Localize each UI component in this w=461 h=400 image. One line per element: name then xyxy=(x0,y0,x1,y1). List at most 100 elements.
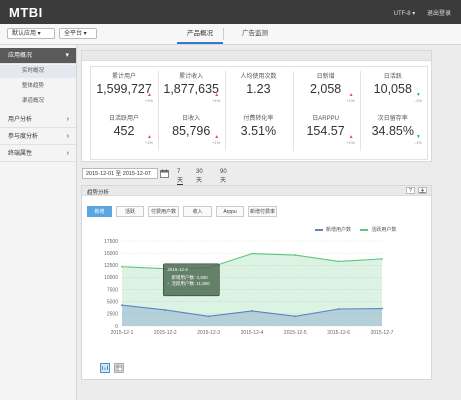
data-point xyxy=(381,258,383,260)
kpi-grid: 累计用户 1,599,727 ▲ +1% 日活跃用户 452 ▲ +1% 累计收入 1,877,6… xyxy=(90,66,428,160)
data-point xyxy=(294,315,297,318)
sidebar-item-user-analysis[interactable]: 用户分析 › xyxy=(0,112,76,128)
sidebar-item-label: 终端属性 xyxy=(8,151,33,157)
y-tick-label: 10000 xyxy=(104,275,118,281)
sidebar-item-app-overview[interactable]: 应用概况 ▾ xyxy=(0,48,76,64)
range-90days[interactable]: 90天 xyxy=(220,169,227,184)
data-point xyxy=(381,307,383,310)
logout-link[interactable]: 退出登录 xyxy=(427,11,451,17)
x-tick-label: 2015-12-3 xyxy=(197,330,220,336)
x-tick-label: 2015-12-5 xyxy=(284,330,307,336)
data-point xyxy=(164,309,167,311)
y-tick-label: 7500 xyxy=(107,287,118,293)
sidebar-item-label: 应用概况 xyxy=(8,53,33,59)
kpi-panel: 累计用户 1,599,727 ▲ +1% 日活跃用户 452 ▲ +1% 累计收入 1,877,6… xyxy=(81,50,432,162)
tab-divider xyxy=(223,28,224,40)
kpi-change: +1% xyxy=(346,98,355,103)
chart-panel-header: 趋势分析 ? xyxy=(82,186,431,196)
chevron-right-icon: › xyxy=(66,133,69,140)
kpi-label: 人均使用次数 xyxy=(240,74,277,80)
legend-swatch xyxy=(315,228,323,231)
app-select[interactable]: 默认应用 ▾ xyxy=(7,28,55,39)
chart-panel-title: 趋势分析 xyxy=(87,190,110,196)
x-tick-label: 2015-12-6 xyxy=(327,330,350,336)
tab-product-overview[interactable]: 产品概况 xyxy=(177,24,223,44)
date-range-input[interactable]: 2015-12-01 至 2015-12-07 xyxy=(82,168,158,179)
kpi-label: 日新增 xyxy=(316,74,335,80)
tab-ad-monitor[interactable]: 广告监测 xyxy=(229,24,281,44)
kpi-change: -1% xyxy=(414,140,422,145)
download-icon[interactable] xyxy=(418,187,427,194)
kpi-label: 日活跃 xyxy=(383,74,402,80)
y-tick-label: 12500 xyxy=(104,263,118,269)
kpi-change: +1% xyxy=(346,140,355,145)
metric-tab-new[interactable]: 新增 xyxy=(87,206,112,217)
kpi-column: 累计用户 1,599,727 ▲ +1% 日活跃用户 452 ▲ +1% xyxy=(91,67,157,155)
tooltip-swatch xyxy=(167,282,170,285)
metric-tab-active[interactable]: 活跃 xyxy=(116,206,144,217)
app-select-value: 默认应用 ▾ xyxy=(12,31,41,37)
y-tick-label: 15000 xyxy=(104,251,118,257)
sidebar-sub-channel[interactable]: 渠道概况 xyxy=(0,95,76,108)
sidebar-item-label: 用户分析 xyxy=(8,117,33,123)
kpi-divider xyxy=(292,71,294,151)
sidebar-item-device[interactable]: 终端属性 › xyxy=(0,146,76,162)
metric-tab-revenue[interactable]: 收入 xyxy=(183,206,212,217)
tooltip-row: 新增用户数: 3,300 xyxy=(171,274,208,281)
kpi-label: 累计收入 xyxy=(179,74,204,80)
platform-select[interactable]: 全平台 ▾ xyxy=(59,28,97,39)
line-chart-view-icon[interactable] xyxy=(100,363,110,373)
data-point xyxy=(251,310,253,312)
table-view-icon[interactable] xyxy=(114,363,124,373)
x-tick-label: 2015-12-1 xyxy=(111,330,134,336)
x-tick-label: 2015-12-7 xyxy=(371,330,394,336)
data-point xyxy=(251,252,253,255)
chart-legend: 新增用户数 活跃用户数 xyxy=(315,226,396,233)
platform-select-value: 全平台 ▾ xyxy=(64,31,87,37)
top-bar: MTBI UTF-8 ▾ 退出登录 xyxy=(0,0,461,24)
kpi-panel-header xyxy=(82,51,431,61)
app-logo: MTBI xyxy=(9,5,43,20)
help-icon[interactable]: ? xyxy=(406,187,415,194)
kpi-change: +1% xyxy=(144,98,153,103)
range-7days[interactable]: 7天 xyxy=(177,169,183,185)
data-point xyxy=(337,308,340,310)
tooltip-swatch xyxy=(167,276,170,279)
sidebar-sub-realtime[interactable]: 实时概况 xyxy=(0,65,76,78)
y-tick-label: 17500 xyxy=(104,239,118,245)
trend-chart: 0 2500 5000 7500 10000 12500 15000 17500 2015-12… xyxy=(104,239,394,336)
chevron-right-icon: › xyxy=(66,116,69,123)
tooltip-title: 2015-12-2 xyxy=(167,267,188,272)
kpi-label: 日收入 xyxy=(182,116,201,122)
kpi-value: 3.51% xyxy=(240,124,277,138)
sidebar-item-engagement[interactable]: 参与度分析 › xyxy=(0,129,76,145)
metric-tab-paying-users[interactable]: 付费用户数 xyxy=(148,206,179,217)
kpi-divider xyxy=(225,71,227,151)
kpi-label: 日活跃用户 xyxy=(108,116,139,122)
data-point xyxy=(121,265,123,268)
range-30days[interactable]: 30天 xyxy=(196,169,203,184)
y-tick-label: 2500 xyxy=(107,312,118,318)
encoding-menu[interactable]: UTF-8 ▾ xyxy=(394,11,416,17)
metric-tab-new-pay-rate[interactable]: 新增付费率 xyxy=(248,206,277,217)
legend-swatch xyxy=(360,228,369,231)
y-tick-label: 5000 xyxy=(107,300,118,306)
kpi-label: 次日留存率 xyxy=(377,116,408,122)
legend-item-new-users[interactable]: 新增用户数 xyxy=(315,227,351,233)
chevron-right-icon: › xyxy=(66,150,69,157)
legend-item-active-users[interactable]: 活跃用户数 xyxy=(360,227,396,233)
kpi-value: 1.23 xyxy=(246,82,271,96)
legend-label: 活跃用户数 xyxy=(371,227,397,233)
kpi-label: 累计用户 xyxy=(111,74,136,80)
kpi-change: +1% xyxy=(144,140,153,145)
kpi-change: +1% xyxy=(212,140,221,145)
chevron-down-icon: ▾ xyxy=(65,52,69,59)
metric-tab-arppu[interactable]: Arppu xyxy=(216,206,244,217)
sidebar-sub-trend[interactable]: 整体趋势 xyxy=(0,80,76,93)
kpi-change: -1% xyxy=(414,98,422,103)
data-point xyxy=(294,254,297,256)
calendar-icon[interactable] xyxy=(160,169,169,178)
sidebar-item-label: 参与度分析 xyxy=(8,134,39,140)
kpi-label: 付费转化率 xyxy=(243,116,274,122)
sidebar: 应用概况 ▾ 实时概况 整体趋势 渠道概况 用户分析 › 参与度分析 › 终端属… xyxy=(0,45,77,400)
